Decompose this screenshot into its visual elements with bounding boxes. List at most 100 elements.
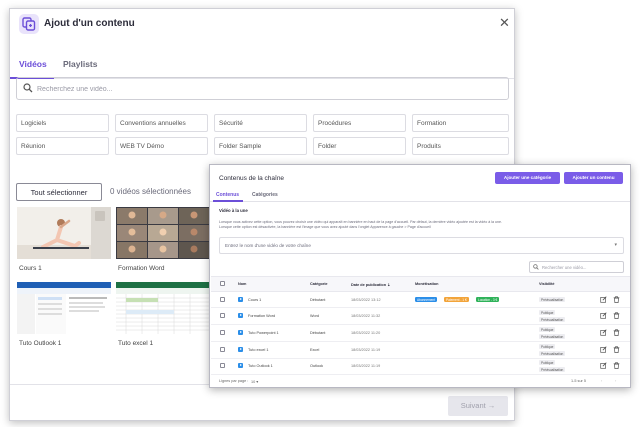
panel-search-input[interactable]: Rechercher une vidéo... (529, 261, 624, 273)
add-category-button[interactable]: Ajouter une catégorie (495, 172, 560, 184)
modal-tabs: Vidéos Playlists (10, 53, 514, 79)
featured-video-select[interactable]: Entrez le nom d'une vidéo de votre chaîn… (219, 237, 624, 254)
row-checkbox[interactable] (220, 363, 225, 368)
rows-per-page-label: Lignes par page : (219, 379, 249, 383)
row-date: 18/03/2022 13:12 (351, 298, 381, 302)
video-title: Tuto excel 1 (118, 340, 154, 347)
row-name[interactable]: Cours 1 (248, 298, 261, 302)
delete-icon[interactable] (613, 362, 620, 369)
featured-video-heading: Vidéo à la une (219, 208, 248, 213)
tab-playlists[interactable]: Playlists (63, 59, 98, 69)
row-checkbox[interactable] (220, 330, 225, 335)
selected-count: 0 vidéos sélectionnées (110, 187, 191, 196)
column-header-date[interactable]: Date de publication ⇣ (351, 282, 390, 287)
row-name[interactable]: Tuto Outlook 1 (248, 364, 273, 368)
category-filter-produits[interactable]: Produits (412, 137, 509, 155)
category-filter-reunion[interactable]: Réunion (16, 137, 109, 155)
monetization-chip-rental: Location - 3 € (476, 297, 500, 302)
row-checkbox[interactable] (220, 297, 225, 302)
category-filter-folder[interactable]: Folder (313, 137, 406, 155)
pagination-range: 1-5 sur 5 (571, 379, 586, 383)
tab-videos[interactable]: Vidéos (19, 59, 47, 69)
edit-icon[interactable] (600, 329, 607, 336)
video-call-thumbnail-icon (116, 207, 210, 259)
delete-icon[interactable] (613, 346, 620, 353)
row-category: Excel (310, 348, 320, 352)
video-play-icon (238, 313, 243, 318)
row-category: Word (310, 314, 320, 318)
monetization-chip-subscription: Abonnement (415, 297, 438, 302)
chevron-down-icon: ▾ (614, 242, 617, 248)
column-header-nom[interactable]: Nom (238, 282, 246, 286)
row-checkbox[interactable] (220, 347, 225, 352)
row-category: Outlook (310, 364, 324, 368)
video-search-box[interactable] (16, 77, 509, 100)
video-title: Tuto Outlook 1 (19, 340, 62, 347)
column-header-visibilite[interactable]: Visibilité (539, 282, 555, 286)
video-title: Formation Word (118, 265, 165, 272)
category-filter-folder-sample[interactable]: Folder Sample (214, 137, 307, 155)
edit-icon[interactable] (600, 296, 607, 303)
video-card-tuto-outlook-1[interactable] (17, 282, 111, 334)
video-play-icon (238, 330, 243, 335)
visibility-chip: Publique (539, 327, 556, 332)
row-name[interactable]: Tuto excel 1 (248, 348, 269, 352)
chevron-left-icon[interactable]: ‹ (601, 379, 602, 383)
row-date: 18/03/2022 11:32 (351, 314, 381, 318)
video-card-formation-word[interactable] (116, 207, 210, 259)
add-content-button[interactable]: Ajouter un contenu (564, 172, 623, 184)
delete-icon[interactable] (613, 312, 620, 319)
visibility-chip: Publique (539, 344, 556, 349)
row-divider (211, 358, 630, 359)
row-checkbox[interactable] (220, 313, 225, 318)
column-header-monetisation[interactable]: Monétisation (415, 282, 438, 286)
video-card-tuto-excel-1[interactable] (116, 282, 210, 334)
outlook-screenshot-thumbnail-icon (17, 282, 111, 334)
select-all-checkbox[interactable] (220, 281, 225, 286)
category-filter-conventions[interactable]: Conventions annuelles (115, 114, 208, 132)
tab-contenus[interactable]: Contenus (216, 192, 239, 198)
delete-icon[interactable] (613, 296, 620, 303)
category-filter-procedures[interactable]: Procédures (313, 114, 406, 132)
category-filter-webtv-demo[interactable]: WEB TV Démo (115, 137, 208, 155)
select-all-button[interactable]: Tout sélectionner (16, 183, 102, 201)
video-title: Cours 1 (19, 265, 42, 272)
row-divider (211, 374, 630, 375)
row-name[interactable]: Formation Word (248, 314, 275, 318)
video-play-icon (238, 297, 243, 302)
tab-categories[interactable]: Catégories (252, 192, 278, 198)
row-date: 18/03/2022 11:19 (351, 364, 381, 368)
channel-contents-panel: Contenus de la chaîne Ajouter une catégo… (209, 164, 631, 388)
column-header-date-label: Date de publication (351, 283, 387, 287)
rows-per-page-select[interactable]: 10 ▾ (251, 379, 258, 384)
edit-icon[interactable] (600, 346, 607, 353)
category-filter-logiciels[interactable]: Logiciels (16, 114, 109, 132)
next-button[interactable]: Suivant → (448, 396, 508, 416)
add-content-icon (19, 14, 39, 34)
video-card-cours-1[interactable] (17, 207, 111, 259)
rows-per-page-value: 10 (251, 380, 256, 384)
panel-tabs: Contenus Catégories (210, 189, 630, 202)
excel-screenshot-thumbnail-icon (116, 282, 210, 334)
category-filter-formation[interactable]: Formation (412, 114, 509, 132)
featured-video-placeholder: Entrez le nom d'une vidéo de votre chaîn… (225, 243, 311, 248)
active-tab-indicator (213, 200, 243, 202)
panel-title: Contenus de la chaîne (219, 175, 285, 182)
visibility-chip: Prévisualisation (539, 297, 566, 302)
visibility-chip: Prévisualisation (539, 351, 566, 356)
row-divider (211, 307, 630, 308)
chevron-right-icon[interactable]: › (615, 379, 616, 383)
yoga-thumbnail-icon (17, 207, 111, 259)
row-name[interactable]: Tuto Powerpoint 1 (248, 331, 279, 335)
close-icon[interactable]: ✕ (499, 15, 510, 31)
edit-icon[interactable] (600, 362, 607, 369)
row-date: 18/03/2022 11:19 (351, 348, 381, 352)
visibility-chip: Prévisualisation (539, 334, 566, 339)
column-header-categorie[interactable]: Catégorie (310, 282, 328, 286)
category-filter-securite[interactable]: Sécurité (214, 114, 307, 132)
video-search-input[interactable] (37, 83, 497, 95)
edit-icon[interactable] (600, 312, 607, 319)
delete-icon[interactable] (613, 329, 620, 336)
visibility-chip: Publique (539, 310, 556, 315)
row-category: Débutant (310, 331, 326, 335)
